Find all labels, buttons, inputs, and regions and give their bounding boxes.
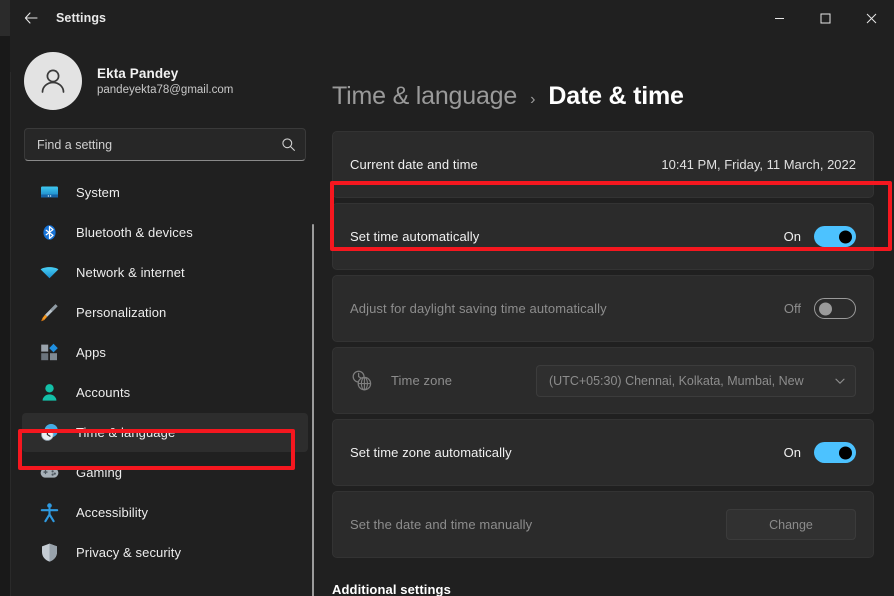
account-email: pandeyekta78@gmail.com xyxy=(97,84,234,96)
search-input[interactable] xyxy=(37,137,281,152)
minimize-icon xyxy=(774,17,784,19)
sidebar-item-label: Time & language xyxy=(76,425,176,440)
time-zone-dropdown[interactable]: (UTC+05:30) Chennai, Kolkata, Mumbai, Ne… xyxy=(536,364,856,397)
time-zone-label: Time zone xyxy=(391,373,453,388)
breadcrumb-separator: › xyxy=(530,91,536,108)
maximize-icon xyxy=(820,13,830,23)
sidebar-item-privacy-security[interactable]: Privacy & security xyxy=(22,533,308,572)
daylight-saving-row: Adjust for daylight saving time automati… xyxy=(332,275,874,342)
set-time-automatically-state: On xyxy=(783,229,801,244)
sidebar-item-label: Accounts xyxy=(76,385,131,400)
search-container xyxy=(10,124,320,171)
sidebar-item-network-internet[interactable]: Network & internet xyxy=(22,253,308,292)
current-date-time-label: Current date and time xyxy=(350,157,478,172)
sidebar: Ekta Pandey pandeyekta78@gmail.com Find … xyxy=(0,36,320,596)
title-bar: Settings xyxy=(0,0,894,36)
sidebar-item-label: Bluetooth & devices xyxy=(76,225,193,240)
accessibility-icon xyxy=(38,502,60,524)
search-box[interactable] xyxy=(24,128,306,161)
shield-icon xyxy=(38,542,60,564)
bluetooth-icon xyxy=(38,222,60,244)
daylight-saving-label: Adjust for daylight saving time automati… xyxy=(350,301,607,316)
set-manually-label: Set the date and time manually xyxy=(350,517,533,532)
wifi-icon xyxy=(38,262,60,284)
clock-globe-icon xyxy=(350,369,374,393)
set-time-automatically-row[interactable]: Set time automatically On xyxy=(332,203,874,270)
set-timezone-automatically-state: On xyxy=(783,445,801,460)
account-name: Ekta Pandey xyxy=(97,66,179,81)
avatar xyxy=(24,52,82,110)
breadcrumb-parent[interactable]: Time & language xyxy=(332,82,517,111)
sidebar-scrollbar[interactable] xyxy=(312,224,314,596)
sidebar-item-label: Privacy & security xyxy=(76,545,182,560)
sidebar-item-label: Gaming xyxy=(76,465,123,480)
search-icon[interactable] xyxy=(281,137,296,152)
close-button[interactable] xyxy=(848,0,894,36)
breadcrumb: Time & language › Date & time xyxy=(332,36,874,131)
sidebar-item-gaming[interactable]: Gaming xyxy=(22,453,308,492)
set-manually-row: Set the date and time manually Change xyxy=(332,491,874,558)
gamepad-icon xyxy=(38,462,60,484)
change-button[interactable]: Change xyxy=(726,509,856,540)
account-card[interactable]: Ekta Pandey pandeyekta78@gmail.com xyxy=(10,36,320,124)
set-time-automatically-toggle[interactable] xyxy=(814,226,856,247)
maximize-button[interactable] xyxy=(802,0,848,36)
back-button[interactable] xyxy=(14,3,48,33)
window-controls xyxy=(756,0,894,36)
set-time-automatically-label: Set time automatically xyxy=(350,229,480,244)
sidebar-item-label: System xyxy=(76,185,120,200)
chevron-down-icon xyxy=(835,378,845,384)
monitor-icon xyxy=(38,182,60,204)
person-icon xyxy=(38,382,60,404)
time-zone-value: (UTC+05:30) Chennai, Kolkata, Mumbai, Ne… xyxy=(549,373,804,388)
back-arrow-icon xyxy=(24,12,38,24)
sidebar-item-label: Accessibility xyxy=(76,505,149,520)
set-timezone-automatically-label: Set time zone automatically xyxy=(350,445,512,460)
current-date-time-row: Current date and time 10:41 PM, Friday, … xyxy=(332,131,874,198)
window-left-edge xyxy=(0,0,10,596)
paintbrush-icon xyxy=(38,302,60,324)
sidebar-item-label: Personalization xyxy=(76,305,167,320)
sidebar-item-system[interactable]: System xyxy=(22,173,308,212)
additional-settings-heading: Additional settings xyxy=(332,582,451,596)
clock-globe-icon xyxy=(38,422,60,444)
daylight-saving-toggle xyxy=(814,298,856,319)
app-title: Settings xyxy=(56,11,107,25)
user-avatar-icon xyxy=(41,69,65,93)
sidebar-item-personalization[interactable]: Personalization xyxy=(22,293,308,332)
sidebar-item-apps[interactable]: Apps xyxy=(22,333,308,372)
sidebar-item-label: Apps xyxy=(76,345,107,360)
sidebar-item-bluetooth-devices[interactable]: Bluetooth & devices xyxy=(22,213,308,252)
minimize-button[interactable] xyxy=(756,0,802,36)
set-timezone-automatically-row[interactable]: Set time zone automatically On xyxy=(332,419,874,486)
settings-window: Settings Ekta Pandey pandeyekta78@gmail.… xyxy=(0,0,894,596)
page-title: Date & time xyxy=(548,82,684,110)
sidebar-item-accounts[interactable]: Accounts xyxy=(22,373,308,412)
time-zone-row: Time zone (UTC+05:30) Chennai, Kolkata, … xyxy=(332,347,874,414)
main-content: Time & language › Date & time Current da… xyxy=(320,36,894,596)
sidebar-item-accessibility[interactable]: Accessibility xyxy=(22,493,308,532)
sidebar-item-time-language[interactable]: Time & language xyxy=(22,413,308,452)
current-date-time-value: 10:41 PM, Friday, 11 March, 2022 xyxy=(661,157,856,172)
apps-grid-icon xyxy=(38,342,60,364)
set-timezone-automatically-toggle[interactable] xyxy=(814,442,856,463)
daylight-saving-state: Off xyxy=(783,301,801,316)
sidebar-nav: System Bluetooth & devices Network & int… xyxy=(10,171,320,572)
sidebar-item-label: Network & internet xyxy=(76,265,185,280)
close-icon xyxy=(866,13,876,23)
